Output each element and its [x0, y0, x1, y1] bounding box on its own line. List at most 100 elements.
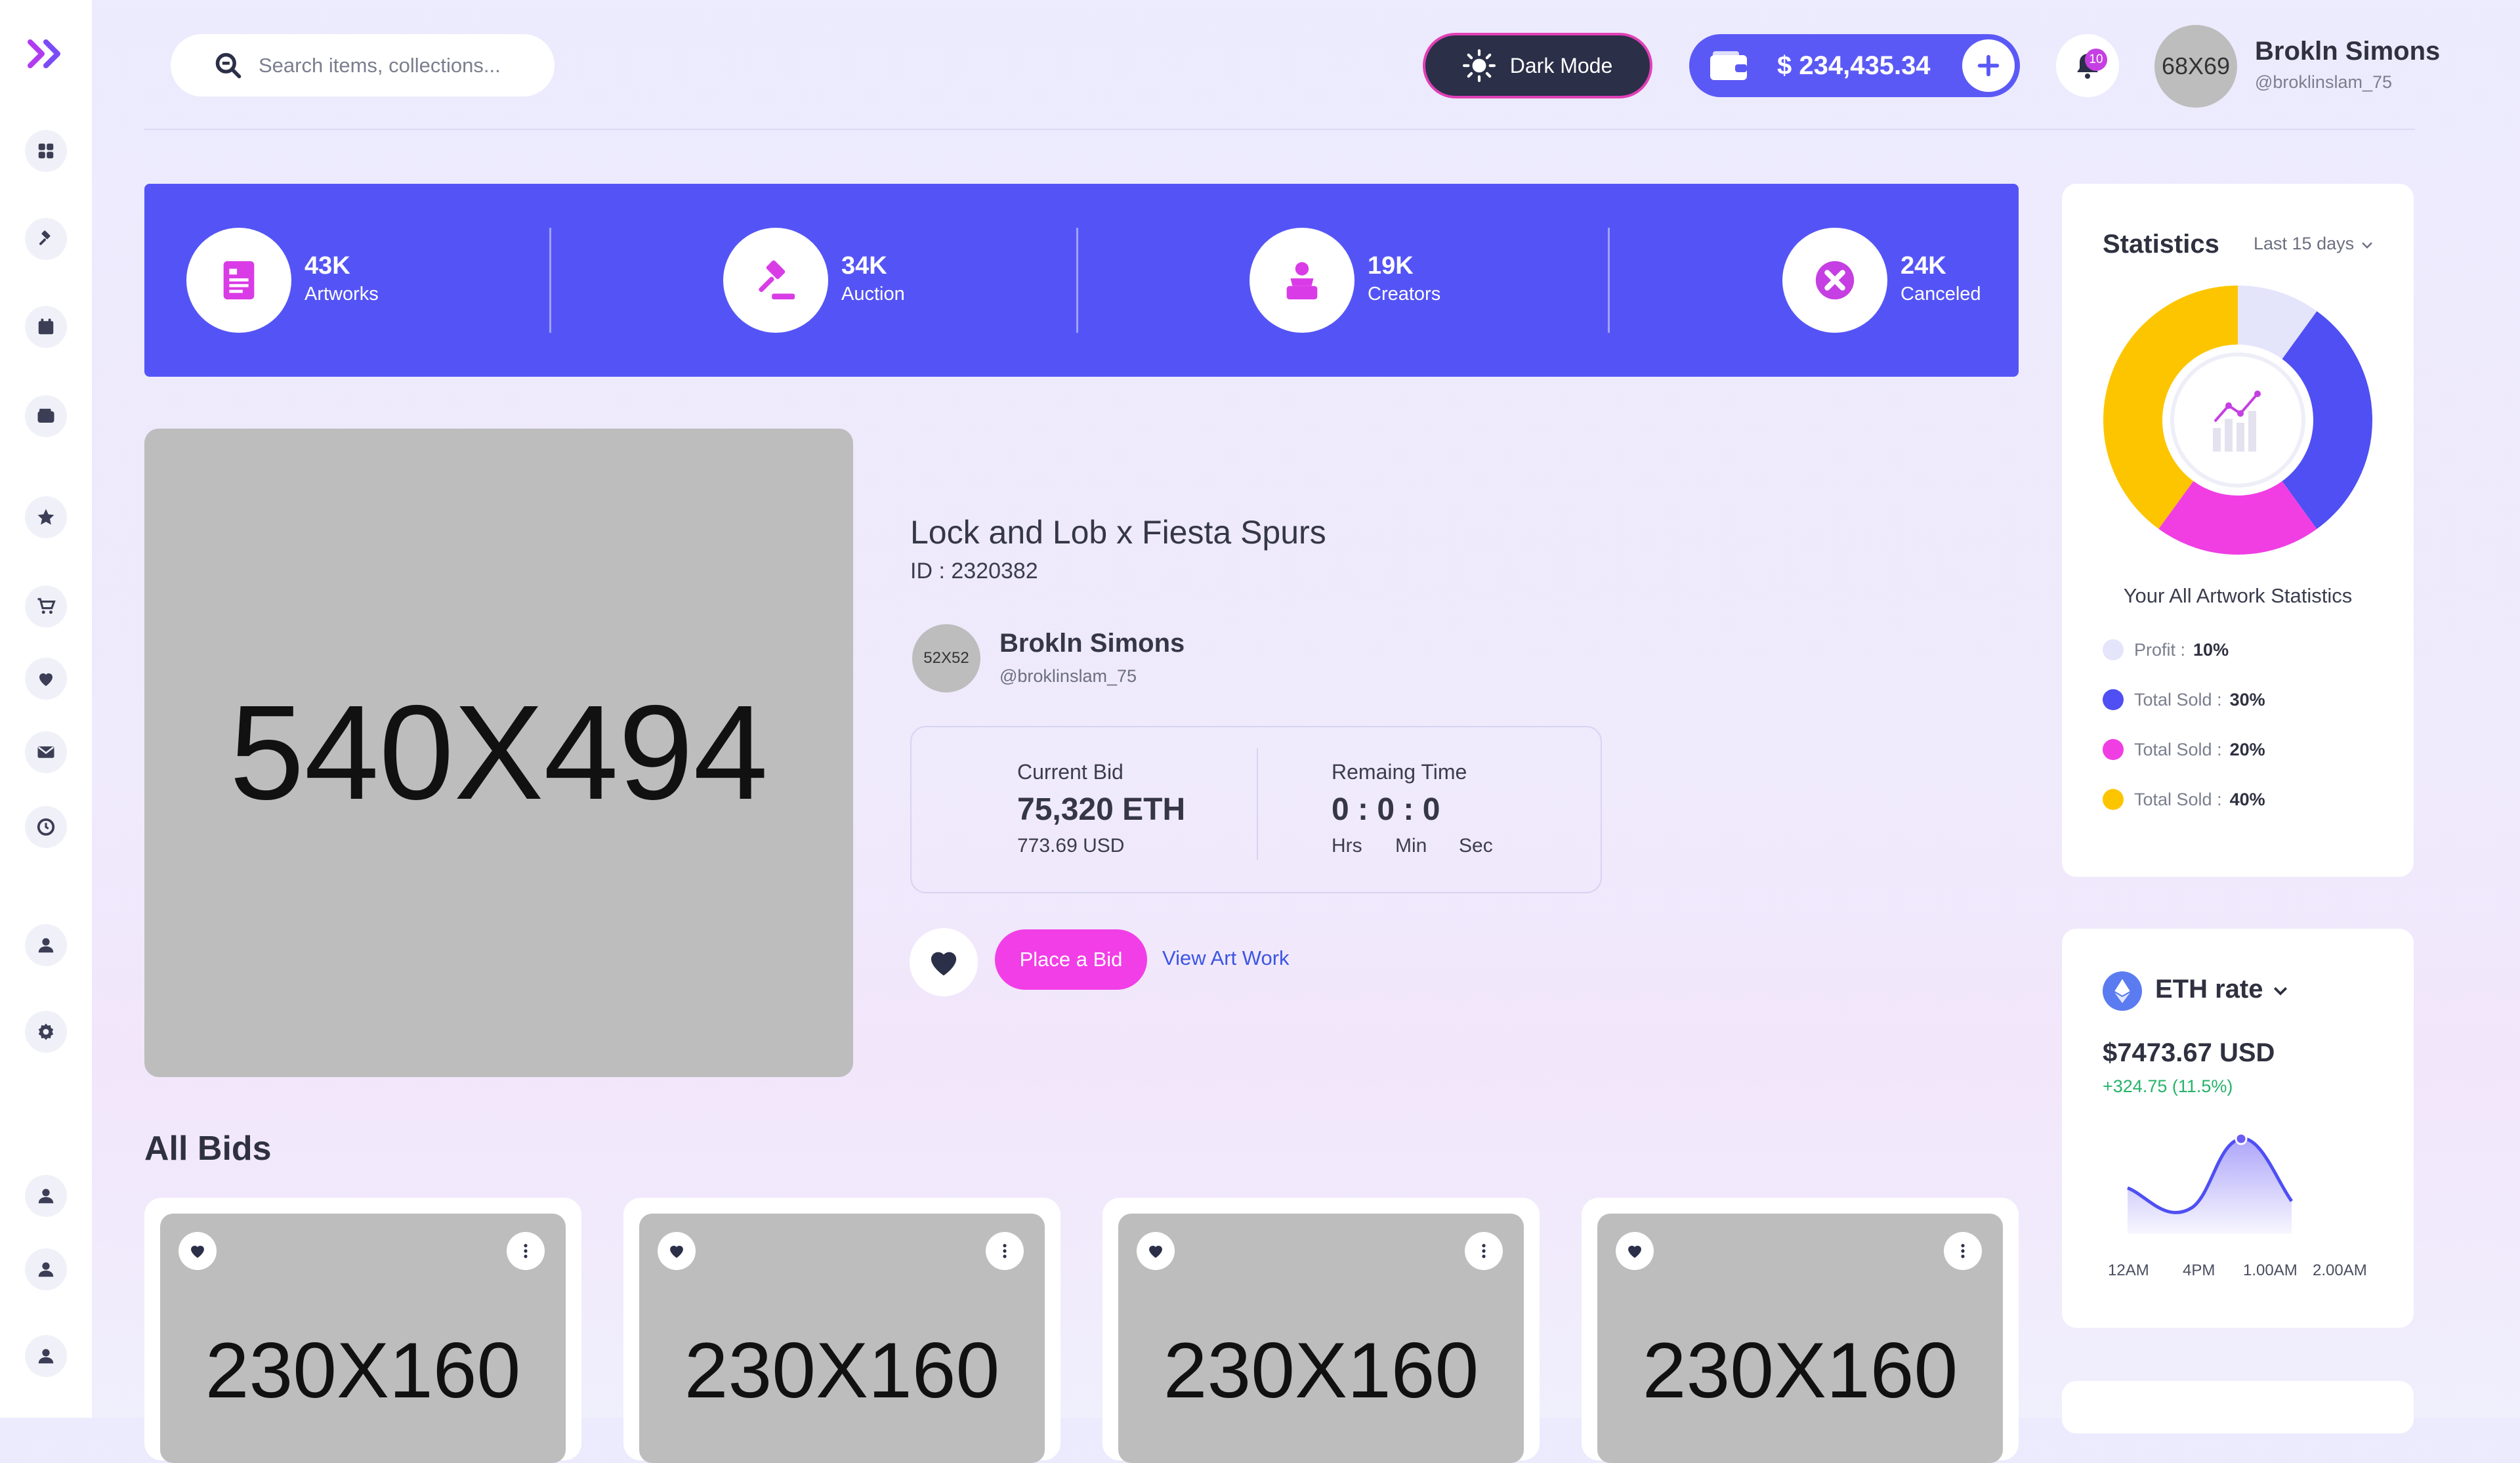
- dark-mode-toggle[interactable]: Dark Mode: [1423, 33, 1652, 98]
- like-button[interactable]: [910, 928, 978, 996]
- legend-label: Total Sold :: [2134, 739, 2222, 759]
- more-vertical-icon: [524, 1244, 528, 1258]
- stat-label: Artworks: [304, 284, 379, 305]
- current-bid-value: 75,320 ETH: [1017, 792, 1186, 827]
- legend-item: Total Sold : 20%: [2103, 739, 2265, 760]
- eth-price: $7473.67 USD: [2103, 1038, 2275, 1067]
- artwork-id: ID : 2320382: [910, 559, 1038, 583]
- notifications-button[interactable]: 10: [2056, 34, 2119, 97]
- current-bid-label: Current Bid: [1017, 760, 1124, 784]
- auction-gavel-icon: [723, 228, 828, 333]
- card-like-button[interactable]: [658, 1232, 696, 1270]
- bid-card[interactable]: 230X160: [1102, 1198, 1540, 1463]
- cart-icon[interactable]: [25, 585, 67, 627]
- sidebar: [0, 0, 92, 1418]
- stat-label: Canceled: [1900, 284, 1981, 305]
- more-vertical-icon: [1961, 1244, 1965, 1258]
- heart-icon: [191, 1246, 204, 1258]
- wallet-balance[interactable]: $ 234,435.34: [1689, 34, 2020, 97]
- card-like-button[interactable]: [178, 1232, 217, 1270]
- card-more-button[interactable]: [1465, 1232, 1503, 1270]
- clock-icon[interactable]: [25, 806, 67, 848]
- axis-tick: 2.00AM: [2313, 1262, 2367, 1279]
- place-bid-button[interactable]: Place a Bid: [995, 929, 1147, 990]
- statistics-title: Statistics: [2103, 230, 2219, 259]
- remaining-time-value: 0 : 0 : 0: [1332, 792, 1440, 827]
- logo-chevrons-icon[interactable]: [28, 39, 64, 68]
- search-input[interactable]: [257, 53, 536, 78]
- user-icon[interactable]: [25, 1335, 67, 1377]
- artworks-icon: [186, 228, 291, 333]
- bid-card[interactable]: 230X160: [144, 1198, 581, 1463]
- card-more-button[interactable]: [1944, 1232, 1982, 1270]
- view-artwork-link[interactable]: View Art Work: [1162, 946, 1290, 970]
- legend-item: Total Sold : 30%: [2103, 689, 2265, 710]
- user-icon[interactable]: [25, 1248, 67, 1290]
- stat-value: 43K: [304, 252, 350, 280]
- notification-badge: 10: [2085, 49, 2107, 71]
- search-icon: [215, 53, 242, 78]
- artwork-image[interactable]: 540X494: [144, 429, 853, 1077]
- user-icon[interactable]: [25, 924, 67, 966]
- legend-value: 20%: [2229, 739, 2265, 759]
- legend-dot: [2103, 789, 2124, 810]
- stats-banner: 43K Artworks 34K Auction 19K Creators 24…: [144, 184, 2019, 377]
- statistics-subtitle: Your All Artwork Statistics: [2123, 584, 2353, 607]
- card-like-button[interactable]: [1616, 1232, 1654, 1270]
- dark-mode-label: Dark Mode: [1509, 53, 1613, 77]
- calendar-icon[interactable]: [25, 306, 67, 348]
- gavel-icon[interactable]: [25, 218, 67, 260]
- legend-label: Profit :: [2134, 639, 2186, 660]
- statistics-donut-chart: [2103, 286, 2372, 555]
- stat-value: 19K: [1368, 252, 1414, 280]
- eth-rate-chart: [2127, 1132, 2294, 1234]
- star-icon[interactable]: [25, 496, 67, 538]
- user-name: Brokln Simons: [2255, 37, 2441, 66]
- user-icon[interactable]: [25, 1175, 67, 1217]
- bid-card[interactable]: 230X160: [1582, 1198, 2019, 1463]
- wallet-icon[interactable]: [25, 395, 67, 437]
- legend-value: 30%: [2229, 689, 2265, 710]
- creator-handle: @broklinslam_75: [999, 666, 1137, 686]
- card-more-button[interactable]: [986, 1232, 1024, 1270]
- bid-card[interactable]: 230X160: [623, 1198, 1060, 1463]
- period-dropdown[interactable]: Last 15 days: [2254, 234, 2375, 254]
- legend-item: Total Sold : 40%: [2103, 789, 2265, 810]
- hours-label: Hrs: [1332, 835, 1362, 857]
- search-bar[interactable]: [171, 34, 555, 96]
- stat-label: Auction: [841, 284, 905, 305]
- card-like-button[interactable]: [1137, 1232, 1175, 1270]
- settings-gear-icon[interactable]: [25, 1011, 67, 1053]
- avatar[interactable]: 68X69: [2154, 25, 2237, 108]
- legend-label: Total Sold :: [2134, 789, 2222, 809]
- card-more-button[interactable]: [507, 1232, 545, 1270]
- divider: [1608, 228, 1610, 333]
- dashboard-icon[interactable]: [25, 130, 67, 172]
- period-label: Last 15 days: [2254, 234, 2355, 253]
- bid-card-image[interactable]: 230X160: [1597, 1214, 2003, 1463]
- legend-item: Profit : 10%: [2103, 639, 2229, 660]
- creators-icon: [1250, 228, 1354, 333]
- creator-avatar[interactable]: 52X52: [912, 624, 980, 692]
- axis-tick: 4PM: [2183, 1262, 2216, 1279]
- bid-card-image[interactable]: 230X160: [639, 1214, 1045, 1463]
- bid-card-image[interactable]: 230X160: [160, 1214, 566, 1463]
- axis-tick: 12AM: [2108, 1262, 2149, 1279]
- heart-icon[interactable]: [25, 658, 67, 700]
- sun-icon: [1462, 49, 1496, 82]
- divider: [1257, 748, 1258, 860]
- eth-rate-dropdown[interactable]: ETH rate: [2155, 975, 2290, 1004]
- heart-icon: [1628, 1246, 1641, 1258]
- current-bid-usd: 773.69 USD: [1017, 835, 1125, 857]
- header-divider: [144, 129, 2415, 130]
- bid-info-box: [910, 726, 1602, 893]
- bid-card-image[interactable]: 230X160: [1118, 1214, 1524, 1463]
- minutes-label: Min: [1395, 835, 1427, 857]
- additional-panel: [2062, 1381, 2414, 1433]
- eth-peak-point: [2235, 1132, 2248, 1145]
- eth-area: [2128, 1138, 2292, 1234]
- legend-dot: [2103, 739, 2124, 760]
- mail-icon[interactable]: [25, 731, 67, 773]
- add-funds-button[interactable]: [1962, 39, 2015, 92]
- divider: [549, 228, 551, 333]
